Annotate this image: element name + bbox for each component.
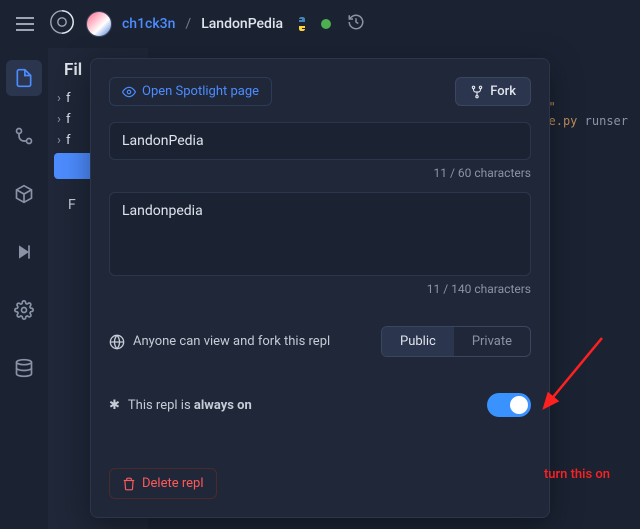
avatar[interactable] xyxy=(86,11,112,37)
replit-logo xyxy=(48,8,76,40)
visibility-label: Anyone can view and fork this repl xyxy=(133,334,330,349)
description-counter: 11 / 140 characters xyxy=(109,282,531,296)
private-option[interactable]: Private xyxy=(454,327,530,356)
breadcrumb-separator: / xyxy=(185,16,191,32)
breadcrumb-title[interactable]: LandonPedia xyxy=(201,16,283,32)
visibility-toggle: Public Private xyxy=(381,326,531,357)
editor-preview: 3" ge.py runser xyxy=(541,100,628,128)
repl-name-input[interactable] xyxy=(109,122,531,160)
menu-button[interactable] xyxy=(12,13,38,35)
files-tab[interactable] xyxy=(6,60,42,96)
name-counter: 11 / 60 characters xyxy=(109,166,531,180)
delete-repl-button[interactable]: Delete repl xyxy=(109,468,217,499)
history-icon[interactable] xyxy=(341,13,371,35)
database-tab[interactable] xyxy=(6,350,42,386)
debug-tab[interactable] xyxy=(6,234,42,270)
vcs-tab[interactable] xyxy=(6,118,42,154)
trash-icon xyxy=(122,477,136,491)
fork-button[interactable]: Fork xyxy=(455,77,531,106)
packages-tab[interactable] xyxy=(6,176,42,212)
eye-icon xyxy=(122,85,136,99)
repl-description-input[interactable] xyxy=(109,192,531,276)
repl-settings-modal: Open Spotlight page Fork 11 / 60 charact… xyxy=(90,58,550,518)
open-spotlight-button[interactable]: Open Spotlight page xyxy=(109,77,272,106)
always-on-label: This repl is always on xyxy=(128,398,252,413)
globe-icon xyxy=(109,334,125,350)
python-icon xyxy=(293,15,311,33)
settings-tab[interactable] xyxy=(6,292,42,328)
fork-label: Fork xyxy=(490,84,516,99)
always-on-toggle[interactable] xyxy=(487,393,531,417)
status-dot xyxy=(321,19,331,29)
fork-icon xyxy=(470,85,484,99)
breadcrumb-user[interactable]: ch1ck3n xyxy=(122,16,175,32)
delete-repl-label: Delete repl xyxy=(142,476,204,491)
sparkle-icon: ✱ xyxy=(109,398,120,413)
open-spotlight-label: Open Spotlight page xyxy=(142,84,259,99)
public-option[interactable]: Public xyxy=(382,327,454,356)
